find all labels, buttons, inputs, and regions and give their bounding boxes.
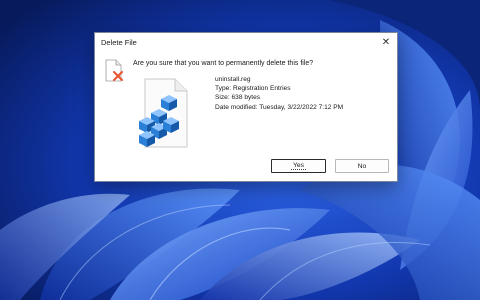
registry-file-icon bbox=[139, 78, 188, 148]
dialog-titlebar[interactable]: Delete File ✕ bbox=[95, 33, 397, 53]
confirm-question: Are you sure that you want to permanentl… bbox=[133, 60, 314, 67]
desktop: Delete File ✕ Are you sure that you want… bbox=[0, 0, 480, 300]
no-button-label: No bbox=[357, 162, 367, 170]
yes-button[interactable]: Yes bbox=[271, 159, 326, 173]
file-type: Type: Registration Entries bbox=[215, 85, 291, 93]
no-button[interactable]: No bbox=[335, 159, 389, 173]
file-name: uninstall.reg bbox=[215, 76, 251, 83]
file-delete-warning-icon bbox=[105, 59, 123, 82]
delete-file-dialog: Delete File ✕ Are you sure that you want… bbox=[94, 32, 398, 182]
dialog-content: Are you sure that you want to permanentl… bbox=[95, 53, 397, 181]
close-button[interactable]: ✕ bbox=[379, 36, 393, 50]
file-date-modified: Date modified: Tuesday, 3/22/2022 7:12 P… bbox=[215, 103, 344, 111]
close-icon: ✕ bbox=[381, 37, 391, 48]
file-size: Size: 638 bytes bbox=[215, 94, 261, 102]
dialog-title: Delete File bbox=[101, 38, 137, 47]
yes-button-label: Yes bbox=[290, 162, 307, 170]
file-details: uninstall.reg Type: Registration Entries… bbox=[215, 75, 343, 112]
